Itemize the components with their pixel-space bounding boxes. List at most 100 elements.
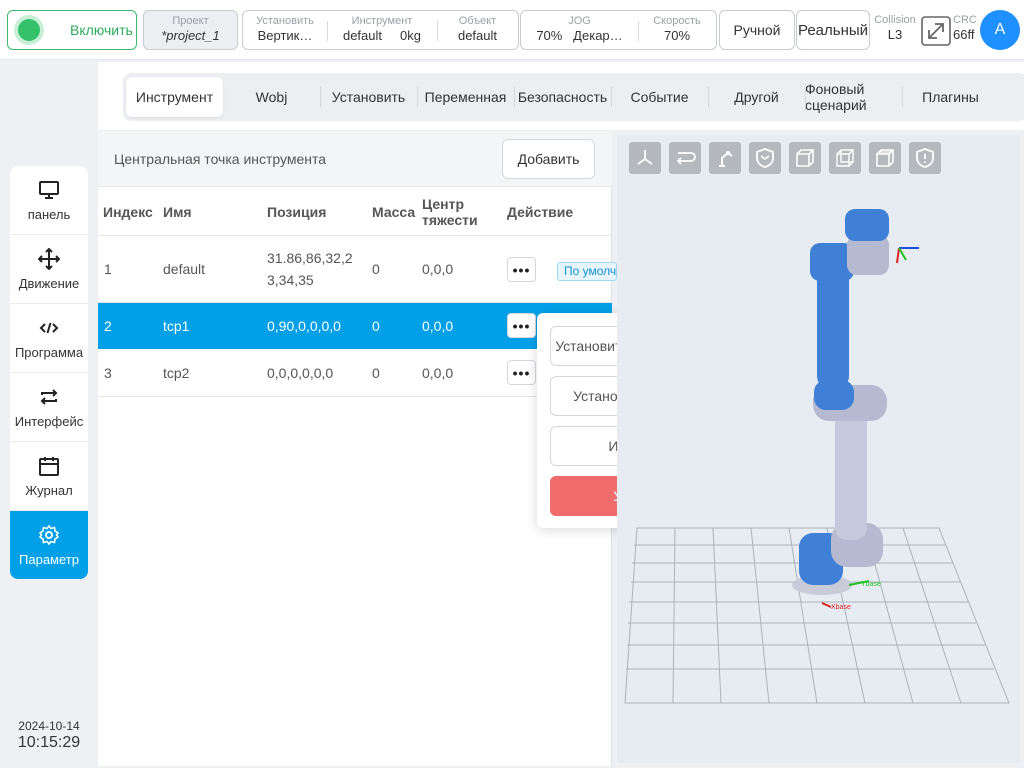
col-position: Позиция — [267, 204, 327, 220]
tcp-axes-icon — [896, 247, 919, 264]
nav-item-parameter[interactable]: Параметр — [10, 511, 88, 579]
row-name: default — [163, 261, 206, 277]
table-row-selected[interactable]: 2 tcp1 0,90,0,0,0,0 0 0,0,0 ••• — [98, 303, 612, 349]
jog-cell[interactable]: JOG 70% Декар… — [521, 11, 638, 49]
base-y-label: Ybase — [861, 581, 881, 588]
default-badge: По умолчанию — [557, 262, 617, 281]
speed-label: Скорость — [653, 15, 701, 27]
fullscreen-icon[interactable] — [921, 16, 951, 46]
more-actions-button[interactable]: ••• — [507, 360, 536, 385]
row-index: 2 — [104, 318, 112, 334]
setup-object-value: default — [457, 28, 498, 43]
jog-group[interactable]: JOG 70% Декар… Скорость 70% — [520, 10, 717, 50]
row-position: 31.86,86,32,23,34,35 — [267, 250, 353, 288]
add-tcp-button[interactable]: Добавить — [502, 139, 595, 179]
nav-label-panel: панель — [27, 206, 71, 222]
power-status-icon — [18, 19, 40, 41]
row-position: 0,0,0,0,0,0 — [267, 364, 334, 381]
user-avatar[interactable]: A — [980, 10, 1020, 50]
collision-label: Collision — [874, 14, 916, 26]
clock: 2024-10-14 10:15:29 — [10, 719, 88, 752]
row-mass: 0 — [372, 318, 380, 334]
setup-group[interactable]: Установить Вертик… Инструмент default 0k… — [242, 10, 519, 50]
speed-value: 70% — [663, 28, 691, 43]
row-index: 1 — [104, 261, 112, 277]
robot-arm — [792, 209, 889, 595]
row-index: 3 — [104, 364, 112, 381]
nav-label-program: Программа — [14, 344, 84, 360]
setup-cell-object[interactable]: Объект default — [437, 11, 518, 49]
col-index: Индекс — [103, 204, 153, 220]
crc-indicator: CRC 66ff — [953, 14, 981, 43]
nav-item-motion[interactable]: Движение — [10, 235, 88, 304]
tab-install[interactable]: Установить — [320, 77, 417, 117]
tab-variable[interactable]: Переменная — [417, 77, 514, 117]
power-on-label: Включить — [70, 22, 133, 38]
tab-tool[interactable]: Инструмент — [126, 77, 223, 117]
nav-item-program[interactable]: Программа — [10, 304, 88, 373]
tcp-panel: Центральная точка инструмента Добавить И… — [98, 131, 617, 766]
top-status-bar: Включить Проект *project_1 Установить Ве… — [0, 0, 1024, 60]
tcp-panel-header: Центральная точка инструмента Добавить — [98, 131, 612, 187]
base-x-label: Xbase — [831, 604, 851, 611]
setup-install-label: Установить — [256, 15, 314, 27]
setup-install-value: Вертик… — [257, 28, 313, 43]
tcp-table-header: Индекс Имя Позиция Масса Центр тяжести Д… — [98, 188, 612, 236]
table-row[interactable]: 3 tcp2 0,0,0,0,0,0 0 0,0,0 ••• — [98, 349, 612, 397]
jog-value: 70% Декар… — [536, 28, 623, 43]
tab-event[interactable]: Событие — [611, 77, 708, 117]
collision-value: L3 — [887, 27, 903, 42]
row-position: 0,90,0,0,0,0 — [267, 318, 341, 334]
nav-label-log: Журнал — [25, 482, 73, 498]
nav-item-interface[interactable]: Интерфейс — [10, 373, 88, 442]
power-on-button[interactable]: Включить — [7, 10, 137, 50]
col-mass: Масса — [372, 204, 416, 220]
col-action: Действие — [507, 204, 574, 220]
project-selector[interactable]: Проект *project_1 — [143, 10, 238, 50]
nav-item-panel[interactable]: панель — [10, 166, 88, 235]
row-name: tcp2 — [163, 364, 190, 381]
col-name: Имя — [163, 204, 192, 220]
left-navigation: панель Движение Программа Интерфейс Журн… — [10, 166, 88, 579]
row-mass: 0 — [372, 261, 380, 277]
setup-tool-label: Инструмент — [351, 15, 413, 27]
table-row[interactable]: 1 default 31.86,86,32,23,34,35 0 0,0,0 •… — [98, 236, 617, 303]
nav-label-motion: Движение — [18, 275, 80, 291]
monitor-icon — [39, 180, 59, 199]
collision-level[interactable]: Collision L3 — [872, 14, 918, 43]
tab-wobj[interactable]: Wobj — [223, 77, 320, 117]
row-name: tcp1 — [163, 318, 190, 334]
more-actions-button[interactable]: ••• — [507, 257, 536, 282]
move-arrows-icon — [38, 247, 60, 270]
setup-cell-tool[interactable]: Инструмент default 0kg — [327, 11, 437, 49]
code-icon — [39, 322, 59, 333]
clock-date: 2024-10-14 — [18, 719, 80, 733]
jog-label: JOG — [568, 15, 591, 27]
col-cog: Центр тяжести — [422, 196, 478, 228]
speed-cell[interactable]: Скорость 70% — [638, 11, 716, 49]
robot-3d-viewer[interactable]: Ybase Xbase — [617, 135, 1020, 763]
clock-time: 10:15:29 — [17, 734, 81, 751]
tab-safety[interactable]: Безопасность — [514, 77, 611, 117]
setup-object-label: Объект — [458, 15, 497, 27]
tab-other[interactable]: Другой — [708, 77, 805, 117]
row-cog: 0,0,0 — [422, 364, 454, 381]
robot-scene: Ybase Xbase — [624, 209, 1010, 704]
tcp-panel-title: Центральная точка инструмента — [114, 151, 327, 167]
real-mode-button[interactable]: Реальный — [796, 10, 870, 50]
swap-icon — [40, 388, 58, 405]
row-cog: 0,0,0 — [422, 318, 454, 334]
crc-value: 66ff — [953, 27, 975, 42]
project-value: *project_1 — [161, 28, 220, 43]
tab-plugins[interactable]: Плагины — [902, 77, 999, 117]
row-cog: 0,0,0 — [422, 261, 454, 277]
more-actions-button[interactable]: ••• — [507, 313, 536, 338]
nav-label-interface: Интерфейс — [14, 413, 84, 429]
setup-cell-install[interactable]: Установить Вертик… — [243, 11, 327, 49]
calendar-icon — [39, 456, 59, 476]
manual-mode-button[interactable]: Ручной — [719, 10, 795, 50]
setup-tool-value: default 0kg — [342, 28, 422, 43]
tab-background-script[interactable]: Фоновый сценарий — [805, 77, 902, 117]
nav-item-log[interactable]: Журнал — [10, 442, 88, 511]
settings-tabs: Инструмент Wobj Установить Переменная Бе… — [123, 73, 1024, 121]
